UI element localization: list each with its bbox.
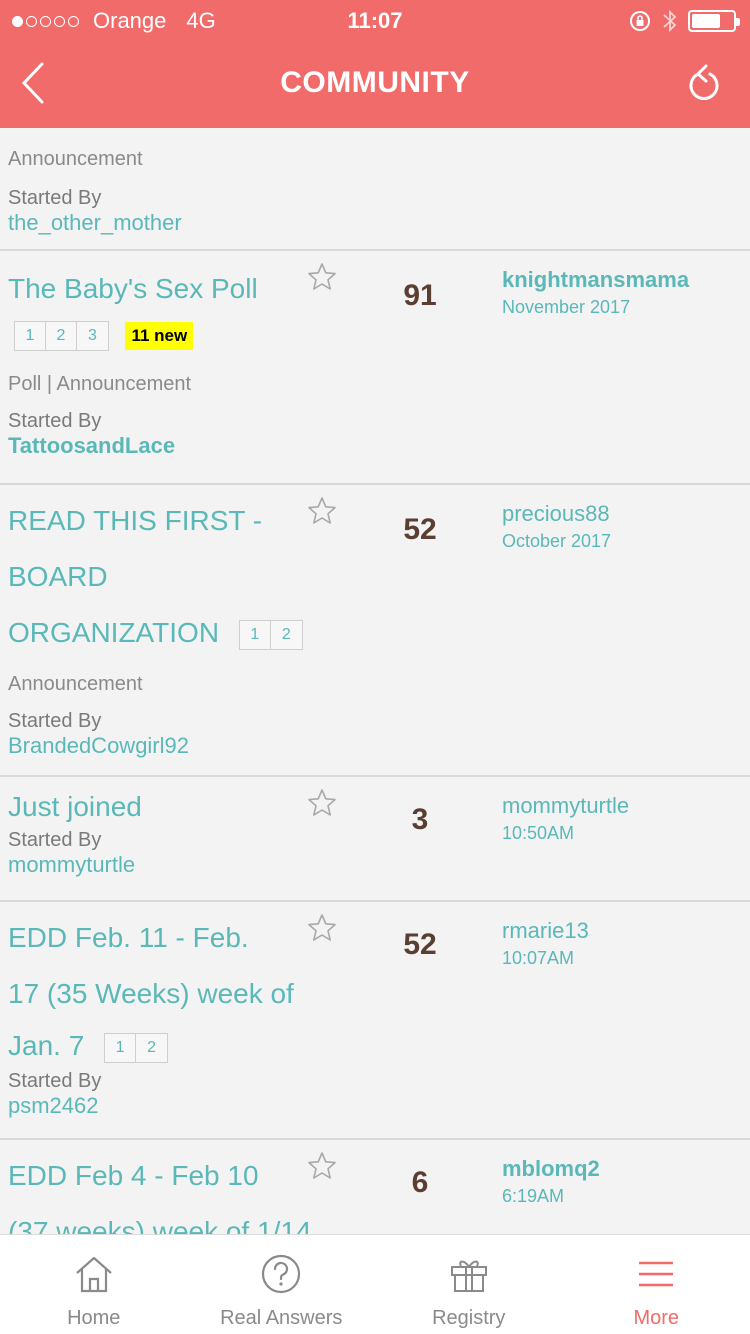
refresh-icon[interactable]: [684, 62, 724, 106]
tab-label: Registry: [432, 1307, 506, 1329]
page-link[interactable]: 3: [77, 322, 108, 350]
thread-starter[interactable]: TattoosandLace: [8, 433, 742, 459]
thread-title-line[interactable]: ORGANIZATION: [8, 617, 219, 648]
question-circle-icon: [262, 1254, 301, 1294]
thread-starter[interactable]: BrandedCowgirl92: [8, 733, 742, 759]
favorite-star-icon[interactable]: [306, 495, 338, 527]
status-bar: Orange 4G 11:07: [0, 0, 750, 40]
thread-starter[interactable]: psm2462: [8, 1093, 742, 1119]
tab-real-answers[interactable]: Real Answers: [188, 1235, 376, 1334]
page-link[interactable]: 2: [271, 621, 302, 649]
favorite-star-icon[interactable]: [306, 787, 338, 819]
thread-title-line[interactable]: Jan. 7: [8, 1030, 84, 1061]
reply-count: 52: [403, 928, 437, 961]
page-link[interactable]: 1: [105, 1033, 137, 1062]
gift-icon: [450, 1260, 487, 1292]
tab-label: More: [633, 1307, 680, 1329]
last-post-date: 6:19AM: [502, 1186, 565, 1206]
last-poster[interactable]: mommyturtle: [502, 793, 629, 819]
reply-count: 91: [403, 279, 437, 312]
new-posts-badge[interactable]: 11 new: [125, 322, 194, 350]
thread-type: Poll | Announcement: [8, 373, 192, 395]
started-by-label: Started By: [8, 710, 102, 732]
thread-starter[interactable]: mommyturtle: [8, 852, 742, 878]
last-poster[interactable]: mblomq2: [502, 1156, 600, 1182]
page-link[interactable]: 1: [15, 322, 46, 350]
last-poster[interactable]: knightmansmama: [502, 267, 689, 293]
battery-icon: [688, 10, 740, 32]
page-link[interactable]: 1: [240, 620, 271, 649]
thread-item[interactable]: EDD Feb 4 - Feb 10 (37 weeks) week of 1/…: [0, 1140, 750, 1234]
thread-type: Announcement: [8, 148, 143, 170]
favorite-star-icon[interactable]: [306, 1150, 338, 1182]
tab-label: Real Answers: [220, 1307, 343, 1329]
thread-item[interactable]: Announcement Started By the_other_mother: [0, 128, 750, 251]
started-by-label: Started By: [8, 187, 102, 209]
reply-count: 3: [411, 803, 429, 836]
thread-title-line[interactable]: BOARD: [8, 549, 742, 605]
thread-item[interactable]: The Baby's Sex Poll 1 2 3 11 new Poll | …: [0, 251, 750, 485]
favorite-star-icon[interactable]: [306, 261, 338, 293]
favorite-star-icon[interactable]: [306, 912, 338, 944]
thread-title-line[interactable]: 17 (35 Weeks) week of: [8, 966, 742, 1022]
thread-type: Announcement: [8, 673, 143, 695]
page-links: 1 2: [238, 619, 303, 650]
thread-item[interactable]: EDD Feb. 11 - Feb. 17 (35 Weeks) week of…: [0, 902, 750, 1140]
rotation-lock-icon: [630, 11, 650, 31]
tab-bar: Home Real Answers Registry More: [0, 1234, 750, 1334]
tab-home[interactable]: Home: [0, 1235, 188, 1334]
started-by-label: Started By: [8, 410, 102, 432]
nav-bar: COMMUNITY: [0, 40, 750, 128]
started-by-label: Started By: [8, 1070, 102, 1092]
thread-title-line[interactable]: EDD Feb 4 - Feb 10: [8, 1148, 742, 1204]
page-link[interactable]: 2: [46, 322, 77, 350]
started-by-label: Started By: [8, 829, 102, 851]
bluetooth-icon: [663, 9, 677, 33]
home-icon: [76, 1256, 112, 1293]
last-poster[interactable]: precious88: [502, 501, 611, 527]
thread-title-line[interactable]: (37 weeks) week of 1/14: [8, 1204, 742, 1234]
thread-item[interactable]: READ THIS FIRST - BOARD ORGANIZATION 1 2…: [0, 485, 750, 777]
last-poster[interactable]: rmarie13: [502, 918, 589, 944]
page-title: COMMUNITY: [280, 66, 470, 99]
tab-registry[interactable]: Registry: [375, 1235, 563, 1334]
thread-title[interactable]: Just joined: [8, 785, 742, 829]
thread-starter[interactable]: the_other_mother: [8, 210, 742, 236]
tab-label: Home: [67, 1307, 121, 1329]
menu-icon: [639, 1261, 674, 1287]
page-link[interactable]: 2: [136, 1034, 167, 1062]
app-header: Orange 4G 11:07 COMMUNITY: [0, 0, 750, 128]
thread-title-line[interactable]: READ THIS FIRST -: [8, 493, 742, 549]
page-links: 1 2: [104, 1032, 169, 1063]
last-post-date: 10:07AM: [502, 948, 575, 968]
tab-more[interactable]: More: [563, 1235, 750, 1334]
thread-title-line[interactable]: EDD Feb. 11 - Feb.: [8, 910, 742, 966]
thread-item[interactable]: Just joined Started By mommyturtle 3 mom…: [0, 777, 750, 902]
last-post-date: October 2017: [502, 531, 612, 551]
reply-count: 6: [411, 1166, 429, 1199]
reply-count: 52: [403, 513, 437, 546]
page-links: 1 2 3: [14, 321, 109, 351]
last-post-date: 10:50AM: [502, 823, 575, 843]
last-post-date: November 2017: [502, 297, 631, 317]
thread-list[interactable]: Announcement Started By the_other_mother…: [0, 128, 750, 1234]
